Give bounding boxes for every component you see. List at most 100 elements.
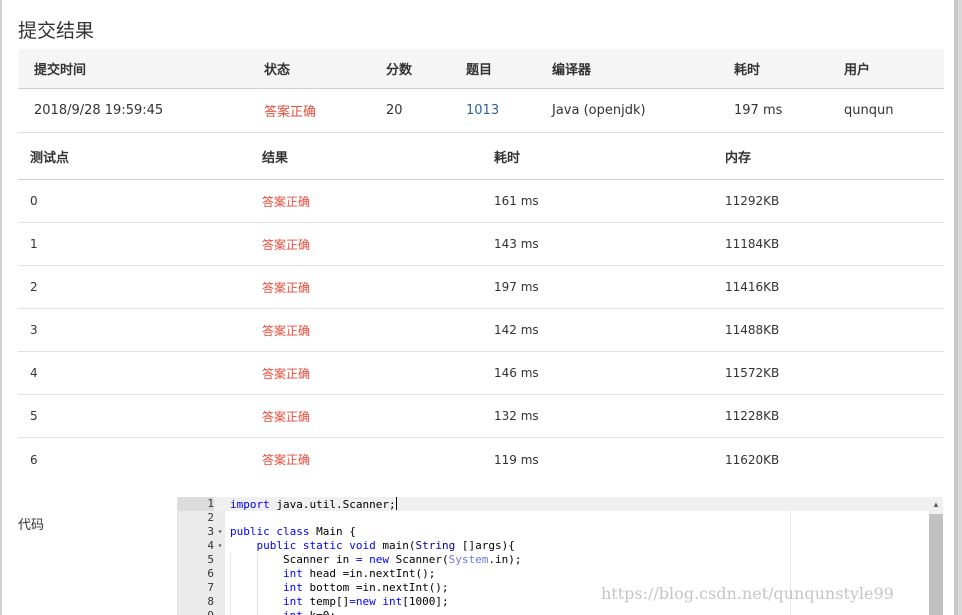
header-problem: 题目 xyxy=(466,63,493,78)
scroll-up-arrow-icon[interactable]: ▲ xyxy=(929,497,943,513)
case-time: 142 ms xyxy=(494,323,539,337)
test-point: 3 xyxy=(30,323,38,337)
case-result: 答案正确 xyxy=(262,366,311,381)
line-number: 8 xyxy=(207,595,214,608)
case-time: 143 ms xyxy=(494,237,539,251)
fold-arrow-icon xyxy=(215,567,225,581)
test-point: 1 xyxy=(30,237,38,251)
table-row: 1 答案正确 143 ms 11184KB xyxy=(18,223,944,266)
case-time: 161 ms xyxy=(494,194,539,208)
case-memory: 11416KB xyxy=(725,280,780,294)
case-result: 答案正确 xyxy=(262,280,311,295)
code-label: 代码 xyxy=(18,518,45,533)
case-time: 119 ms xyxy=(494,452,539,467)
case-memory: 11572KB xyxy=(725,366,780,380)
code-line: 6 int head =in.nextInt(); xyxy=(178,567,943,581)
fold-arrow-icon xyxy=(215,553,225,567)
test-point: 2 xyxy=(30,280,38,294)
table-row: 5 答案正确 132 ms 11228KB xyxy=(18,395,944,438)
header-status: 状态 xyxy=(264,63,291,78)
line-number: 2 xyxy=(207,511,214,524)
case-result: 答案正确 xyxy=(262,409,311,424)
header-score: 分数 xyxy=(386,63,413,78)
test-case-table: 测试点 结果 耗时 内存 0 答案正确 161 ms 11292KB 1 答案正确 143 … xyxy=(18,134,944,481)
dialog-title: 提交结果 xyxy=(18,20,95,42)
fold-arrow-icon[interactable]: ▾ xyxy=(215,539,225,553)
case-result: 答案正确 xyxy=(262,453,311,467)
fold-arrow-icon xyxy=(215,609,225,615)
case-time: 197 ms xyxy=(494,280,539,294)
line-number: 4 xyxy=(207,539,214,552)
test-case-table-header: 测试点 结果 耗时 内存 xyxy=(18,134,944,180)
header-time: 耗时 xyxy=(734,63,761,78)
test-point: 0 xyxy=(30,194,38,208)
code-line: 5 Scanner in = new Scanner(System.in); xyxy=(178,553,943,567)
code-text: Scanner in = new Scanner(System.in); xyxy=(230,553,522,566)
line-number: 1 xyxy=(178,497,214,511)
fold-arrow-icon xyxy=(215,595,225,609)
score: 20 xyxy=(386,103,403,118)
case-time: 146 ms xyxy=(494,366,539,380)
code-line: 9 int k=0; xyxy=(178,609,943,615)
fold-arrow-icon[interactable]: ▾ xyxy=(215,525,225,539)
submission-table: 提交时间 状态 分数 题目 编译器 耗时 用户 2018/9/28 19:59:… xyxy=(18,49,944,133)
dialog-edge xyxy=(954,0,958,615)
submit-time: 2018/9/28 19:59:45 xyxy=(34,103,164,118)
submission-table-header: 提交时间 状态 分数 题目 编译器 耗时 用户 xyxy=(18,49,944,89)
case-result: 答案正确 xyxy=(262,237,311,252)
line-number: 9 xyxy=(178,609,214,615)
table-row: 4 答案正确 146 ms 11572KB xyxy=(18,352,944,395)
code-line: 4 ▾ public static void main(String []args… xyxy=(178,539,943,553)
line-number: 3 xyxy=(207,525,214,538)
case-memory: 11184KB xyxy=(725,237,780,251)
table-row: 6 答案正确 119 ms 11620KB xyxy=(18,438,944,481)
table-row: 3 答案正确 142 ms 11488KB xyxy=(18,309,944,352)
case-time: 132 ms xyxy=(494,409,539,423)
submission-row: 2018/9/28 19:59:45 答案正确 20 1013 Java (op… xyxy=(18,89,944,133)
code-line: 3 ▾ public class Main { xyxy=(178,525,943,539)
code-text: int k=0; xyxy=(230,609,336,615)
header-user: 用户 xyxy=(844,63,871,78)
status-badge: 答案正确 xyxy=(264,105,317,120)
editor-scrollbar[interactable]: ▲ xyxy=(929,497,943,615)
code-text: public static void main(String []args){ xyxy=(256,539,515,552)
code-text: int temp[]=new int[1000]; xyxy=(282,595,449,608)
code-text: int head =in.nextInt(); xyxy=(282,567,436,580)
scroll-thumb[interactable] xyxy=(929,514,943,615)
header-compiler: 编译器 xyxy=(552,63,592,78)
user: qunqun xyxy=(844,103,894,118)
test-point: 6 xyxy=(30,452,38,467)
test-point: 5 xyxy=(30,409,38,423)
problem-link[interactable]: 1013 xyxy=(466,89,499,132)
header-memory: 内存 xyxy=(725,151,752,166)
text-cursor xyxy=(395,497,397,510)
case-result: 答案正确 xyxy=(262,194,311,209)
test-case-rows: 0 答案正确 161 ms 11292KB 1 答案正确 143 ms 11184KB 2 答案正… xyxy=(18,180,944,481)
watermark: https://blog.csdn.net/qunqunstyle99 xyxy=(601,584,894,603)
case-memory: 11292KB xyxy=(725,194,780,208)
header-case-time: 耗时 xyxy=(494,151,521,166)
case-memory: 11620KB xyxy=(725,452,780,467)
line-number: 7 xyxy=(207,581,214,594)
test-point: 4 xyxy=(30,366,38,380)
code-line: 2 xyxy=(178,511,943,525)
compiler: Java (openjdk) xyxy=(552,103,646,118)
header-submit-time: 提交时间 xyxy=(34,63,87,78)
submission-result-dialog: 提交结果 提交时间 状态 分数 题目 编译器 耗时 用户 2018/9/28 1… xyxy=(2,0,958,615)
line-number: 5 xyxy=(207,553,214,566)
code-line: 1 import java.util.Scanner; xyxy=(178,497,943,511)
fold-arrow-icon xyxy=(215,497,225,511)
fold-arrow-icon xyxy=(215,511,225,525)
fold-arrow-icon xyxy=(215,581,225,595)
case-memory: 11488KB xyxy=(725,323,780,337)
case-memory: 11228KB xyxy=(725,409,780,423)
case-result: 答案正确 xyxy=(262,323,311,338)
code-text: public class Main { xyxy=(230,525,356,538)
code-text: int bottom =in.nextInt(); xyxy=(282,581,449,594)
run-time: 197 ms xyxy=(734,103,783,118)
header-test-point: 测试点 xyxy=(30,151,70,166)
table-row: 0 答案正确 161 ms 11292KB xyxy=(18,180,944,223)
table-row: 2 答案正确 197 ms 11416KB xyxy=(18,266,944,309)
header-result: 结果 xyxy=(262,151,289,166)
code-text: import java.util.Scanner; xyxy=(230,497,397,511)
